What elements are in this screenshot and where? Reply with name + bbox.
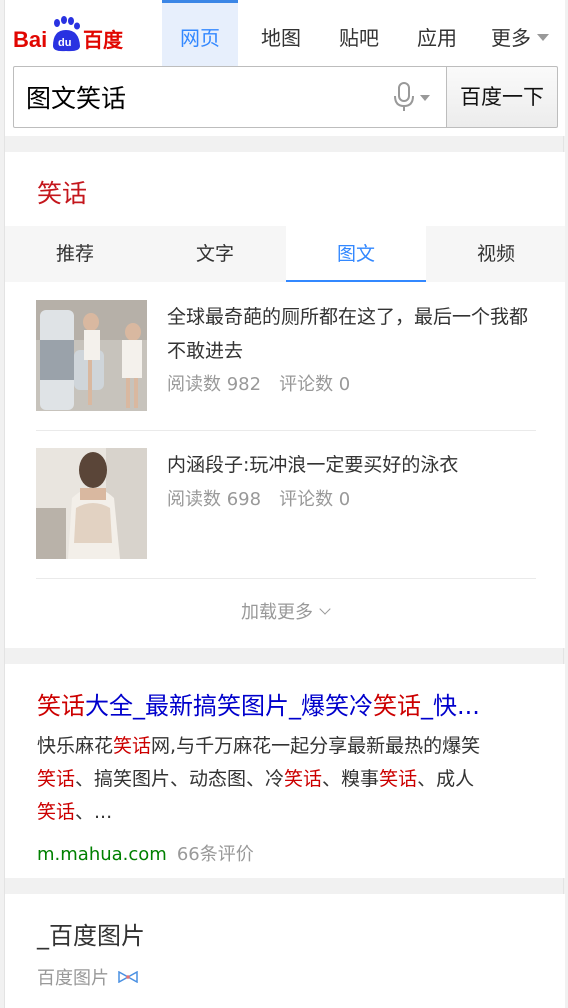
abstract-highlight: 笑话 [379,768,418,790]
image-result-source: 百度图片 [37,964,139,990]
search-box: 百度一下 [13,66,558,128]
comment-count: 评论数 0 [279,489,351,510]
url-text: m.mahua.com [37,844,167,865]
nav-map-label: 地图 [261,26,301,50]
divider [36,430,536,431]
nav-map[interactable]: 地图 [238,0,324,66]
tab-image-text[interactable]: 图文 [286,226,426,282]
abstract-text: 、成人 [417,768,475,790]
rating-count: 66条评价 [176,844,254,865]
abstract-highlight: 笑话 [37,768,76,790]
read-count: 阅读数 698 [167,489,262,510]
news-meta: 阅读数 982 评论数 0 [167,370,350,396]
top-nav: 网页 地图 贴吧 应用 更多 [162,0,565,66]
news-title: 内涵段子:玩冲浪一定要买好的泳衣 [167,454,459,476]
source-label: 百度图片 [37,968,109,989]
abstract-text: 快乐麻花 [37,735,114,757]
abstract-text: 、... [75,801,113,823]
bow-icon [118,971,138,983]
list-item[interactable]: 全球最奇葩的厕所都在这了，最后一个我都不敢进去 阅读数 982 评论数 0 [36,300,536,412]
title-text: 大全_最新搞笑图片_爆笑冷 [85,692,373,720]
search-input[interactable] [14,67,446,127]
nav-apps[interactable]: 应用 [394,0,480,66]
read-count: 阅读数 982 [167,374,262,395]
load-more-label: 加载更多 [241,602,313,623]
nav-web-label: 网页 [180,26,220,50]
logo-du: du [58,37,71,49]
thumbnail-image [36,448,147,559]
logo-bai: Bai [13,27,47,52]
nav-apps-label: 应用 [417,26,457,50]
logo-cn: 百度 [83,28,124,52]
news-meta: 阅读数 698 评论数 0 [167,485,350,511]
nav-more[interactable]: 更多 [480,0,560,66]
image-result-title[interactable]: _百度图片 [37,916,145,951]
title-highlight: 笑话 [37,692,85,720]
abstract-text: 网,与千万麻花一起分享最新最热的爆笑 [151,735,481,757]
title-text: _快... [421,692,480,720]
abstract-highlight: 笑话 [113,735,152,757]
microphone-icon[interactable] [388,81,438,113]
comment-count: 评论数 0 [279,374,351,395]
tab-recommend[interactable]: 推荐 [5,226,145,282]
abstract-text: 、糗事 [322,768,380,790]
nav-tieba[interactable]: 贴吧 [324,0,394,66]
load-more-button[interactable]: 加载更多 [5,598,565,624]
search-result: 笑话大全_最新搞笑图片_爆笑冷笑话_快... 快乐麻花笑话网,与千万麻花一起分享… [5,664,565,878]
search-button[interactable]: 百度一下 [446,66,558,128]
abstract-highlight: 笑话 [284,768,323,790]
result-url[interactable]: m.mahua.com 66条评价 [37,840,254,866]
thumbnail-image [36,300,147,411]
tab-text[interactable]: 文字 [145,226,285,282]
chevron-down-icon [319,603,331,615]
header: Bai du 百度 网页 地图 贴吧 应用 更多 图文笑话 百度一下 [5,0,565,136]
chevron-down-icon [537,34,549,41]
title-highlight: 笑话 [373,692,421,720]
abstract-text: 、搞笑图片、动态图、冷 [75,768,285,790]
abstract-highlight: 笑话 [37,801,76,823]
page-frame: Bai du 百度 网页 地图 贴吧 应用 更多 图文笑话 百度一下 笑话 推荐… [4,0,565,1008]
tab-video[interactable]: 视频 [426,226,566,282]
nav-more-label: 更多 [491,26,531,50]
card-title[interactable]: 笑话 [37,174,87,210]
divider [36,578,536,579]
result-abstract: 快乐麻花笑话网,与千万麻花一起分享最新最热的爆笑 笑话、搞笑图片、动态图、冷笑话、… [37,730,537,829]
result-title-link[interactable]: 笑话大全_最新搞笑图片_爆笑冷笑话_快... [37,686,541,721]
nav-web[interactable]: 网页 [162,0,238,66]
nav-tieba-label: 贴吧 [339,26,379,50]
news-title: 全球最奇葩的厕所都在这了，最后一个我都不敢进去 [167,306,529,362]
baidu-logo[interactable]: Bai du 百度 [13,14,125,54]
joke-card: 笑话 推荐 文字 图文 视频 全球最奇葩的厕所都在这了，最后一个我都不敢进去 阅… [5,152,565,648]
tab-bar: 推荐 文字 图文 视频 [5,226,565,282]
list-item[interactable]: 内涵段子:玩冲浪一定要买好的泳衣 阅读数 698 评论数 0 [36,448,536,560]
image-result: _百度图片 百度图片 [5,894,565,1008]
